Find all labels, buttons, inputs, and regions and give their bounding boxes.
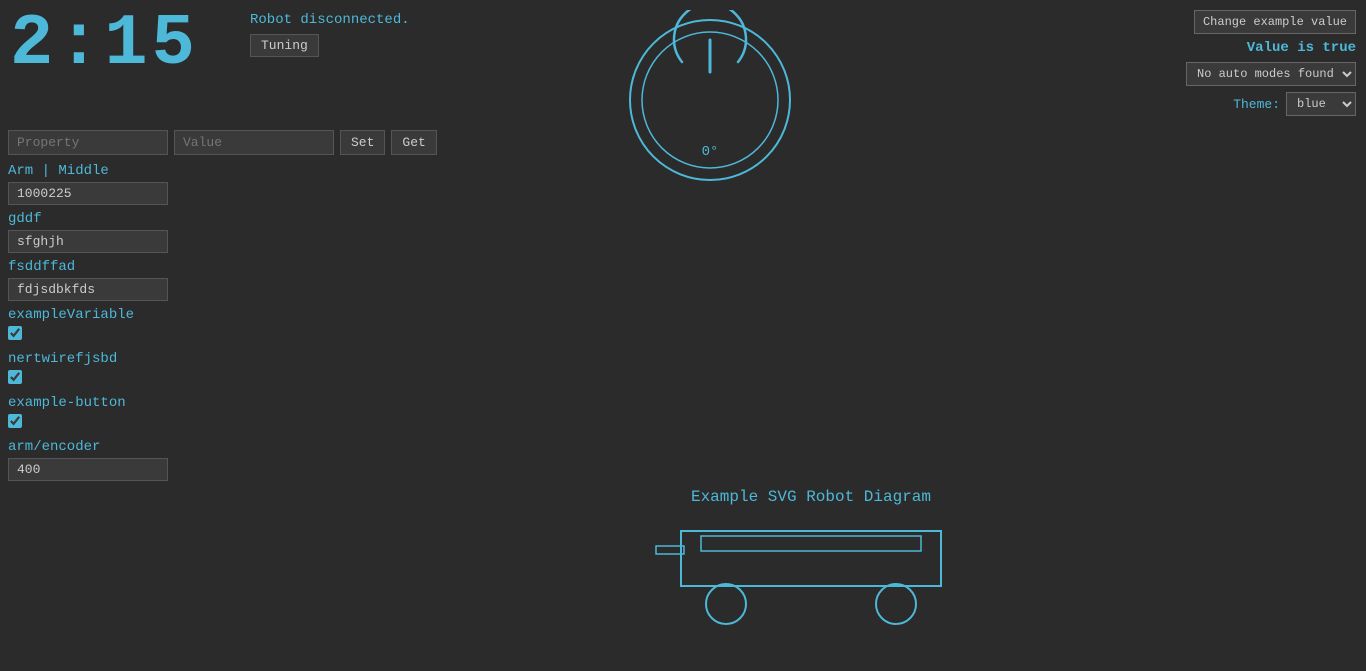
theme-row: Theme: blue green red bbox=[1233, 92, 1356, 116]
property-section-1: gddf bbox=[8, 211, 452, 253]
value-input[interactable] bbox=[174, 130, 334, 155]
property-header: Set Get bbox=[8, 130, 452, 155]
property-value-input-2[interactable] bbox=[8, 278, 168, 301]
robot-diagram: Example SVG Robot Diagram bbox=[651, 488, 971, 641]
theme-label: Theme: bbox=[1233, 97, 1280, 112]
property-section-2: fsddffad bbox=[8, 259, 452, 301]
clock-display: 2:15 bbox=[10, 8, 230, 80]
property-label-0: Arm | Middle bbox=[8, 163, 452, 179]
robot-svg bbox=[651, 516, 971, 636]
set-button[interactable]: Set bbox=[340, 130, 385, 155]
property-value-input-0[interactable] bbox=[8, 182, 168, 205]
auto-modes-select[interactable]: No auto modes found bbox=[1186, 62, 1356, 86]
property-label-3: exampleVariable bbox=[8, 307, 452, 323]
robot-status: Robot disconnected. bbox=[250, 12, 410, 28]
change-example-button[interactable]: Change example value bbox=[1194, 10, 1356, 34]
property-entries: Arm | Middle gddf fsddffad exampleVariable n… bbox=[8, 163, 452, 481]
svg-text:0°: 0° bbox=[702, 144, 719, 160]
property-checkbox-3[interactable] bbox=[8, 326, 22, 340]
property-label-1: gddf bbox=[8, 211, 452, 227]
top-right-controls: Change example value Value is true No au… bbox=[1186, 10, 1356, 116]
gyro-area: 0° bbox=[620, 10, 800, 190]
gyro-svg: 0° bbox=[620, 10, 800, 190]
property-section-5: example-button bbox=[8, 395, 452, 433]
property-section-0: Arm | Middle bbox=[8, 163, 452, 205]
property-checkbox-5[interactable] bbox=[8, 414, 22, 428]
property-label-6: arm/encoder bbox=[8, 439, 452, 455]
property-section-4: nertwirefjsbd bbox=[8, 351, 452, 389]
property-label-5: example-button bbox=[8, 395, 452, 411]
property-value-input-1[interactable] bbox=[8, 230, 168, 253]
robot-diagram-label: Example SVG Robot Diagram bbox=[651, 488, 971, 506]
value-status: Value is true bbox=[1247, 40, 1356, 56]
property-section-3: exampleVariable bbox=[8, 307, 452, 345]
property-section-6: arm/encoder bbox=[8, 439, 452, 481]
property-panel: Set Get Arm | Middle gddf fsddffad exampleV… bbox=[0, 130, 460, 487]
get-button[interactable]: Get bbox=[391, 130, 436, 155]
theme-select[interactable]: blue green red bbox=[1286, 92, 1356, 116]
property-label-2: fsddffad bbox=[8, 259, 452, 275]
property-input[interactable] bbox=[8, 130, 168, 155]
property-value-input-6[interactable] bbox=[8, 458, 168, 481]
header-middle: Robot disconnected. Tuning bbox=[250, 12, 410, 57]
tuning-button[interactable]: Tuning bbox=[250, 34, 319, 57]
property-checkbox-4[interactable] bbox=[8, 370, 22, 384]
property-label-4: nertwirefjsbd bbox=[8, 351, 452, 367]
